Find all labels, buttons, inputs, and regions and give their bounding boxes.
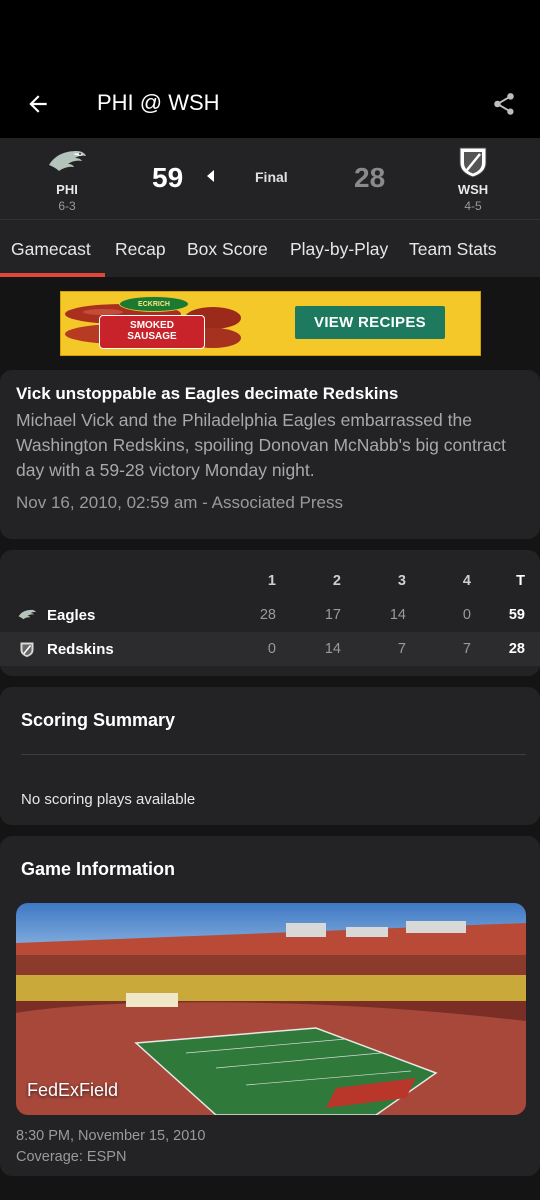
share-button[interactable] bbox=[484, 84, 524, 124]
back-arrow-icon bbox=[29, 95, 47, 113]
scoring-summary-title: Scoring Summary bbox=[21, 710, 176, 730]
linescore-header-total: T bbox=[516, 573, 525, 589]
redskins-logo-icon bbox=[453, 144, 493, 180]
view-recipes-button[interactable]: VIEW RECIPES bbox=[295, 306, 445, 339]
home-score: 59 bbox=[152, 162, 184, 193]
ad-product-line1: SMOKED bbox=[130, 320, 174, 331]
away-team-abbr: WSH bbox=[457, 182, 489, 197]
away-team[interactable]: WSH 4-5 bbox=[438, 144, 508, 213]
linescore-team-name: Redskins bbox=[47, 641, 114, 658]
linescore-header: 1 2 3 4 T bbox=[0, 564, 540, 598]
share-icon bbox=[494, 93, 514, 115]
news-meta: Nov 16, 2010, 02:59 am - Associated Pres… bbox=[16, 493, 343, 512]
eagles-logo-icon bbox=[47, 144, 87, 180]
linescore-row-redskins[interactable]: Redskins 0 14 7 7 28 bbox=[0, 632, 540, 666]
tab-gamecast[interactable]: Gamecast bbox=[11, 239, 91, 260]
linescore-header-q3: 3 bbox=[397, 573, 406, 589]
linescore-cell: 0 bbox=[462, 607, 471, 623]
linescore-total: 59 bbox=[508, 607, 525, 623]
linescore-cell: 7 bbox=[462, 641, 471, 657]
game-status: Final bbox=[255, 169, 288, 185]
home-team-abbr: PHI bbox=[56, 182, 78, 197]
tab-bar: Gamecast Recap Box Score Play-by-Play Te… bbox=[0, 220, 540, 277]
linescore-cell: 28 bbox=[259, 607, 276, 623]
ad-brand: ECKRICH bbox=[119, 296, 189, 312]
home-team-record: 6-3 bbox=[58, 199, 76, 213]
ad-product: SMOKED SAUSAGE bbox=[99, 315, 205, 349]
news-summary: Michael Vick and the Philadelphia Eagles… bbox=[16, 410, 507, 480]
venue-name: FedExField bbox=[27, 1080, 119, 1100]
away-score: 28 bbox=[354, 162, 386, 193]
tab-recap[interactable]: Recap bbox=[115, 239, 166, 260]
game-information-card: Game Information FedExField 8:30 PM, Nov… bbox=[0, 836, 540, 1176]
home-team[interactable]: PHI 6-3 bbox=[32, 144, 102, 213]
scoring-empty-message: No scoring plays available bbox=[21, 791, 196, 808]
game-coverage: Coverage: ESPN bbox=[16, 1149, 127, 1165]
linescore-header-q1: 1 bbox=[267, 573, 276, 589]
game-datetime: 8:30 PM, November 15, 2010 bbox=[16, 1128, 206, 1144]
linescore-cell: 14 bbox=[389, 607, 406, 623]
scoring-summary-card: Scoring Summary No scoring plays availab… bbox=[0, 687, 540, 825]
scoreboard: PHI 6-3 59 Final 28 WSH 4-5 bbox=[0, 138, 540, 220]
away-team-record: 4-5 bbox=[464, 199, 482, 213]
tab-team-stats[interactable]: Team Stats bbox=[409, 239, 497, 260]
linescore-total: 28 bbox=[508, 641, 525, 657]
linescore-cell: 17 bbox=[324, 607, 341, 623]
linescore-team-name: Eagles bbox=[47, 607, 96, 624]
linescore-row-eagles[interactable]: Eagles 28 17 14 0 59 bbox=[0, 598, 540, 632]
game-information-title: Game Information bbox=[21, 859, 176, 879]
eagles-small-icon bbox=[17, 606, 37, 624]
tab-box-score[interactable]: Box Score bbox=[187, 239, 268, 260]
linescore-cell: 7 bbox=[397, 641, 406, 657]
linescore-cell: 14 bbox=[324, 641, 341, 657]
news-headline: Vick unstoppable as Eagles decimate Reds… bbox=[16, 384, 399, 403]
divider bbox=[21, 754, 526, 755]
app-bar: PHI @ WSH bbox=[0, 70, 540, 138]
linescore-header-q4: 4 bbox=[462, 573, 471, 589]
redskins-small-icon bbox=[17, 640, 37, 658]
tab-play-by-play[interactable]: Play-by-Play bbox=[290, 239, 388, 260]
venue-photo[interactable]: FedExField bbox=[16, 903, 526, 1115]
page-title: PHI @ WSH bbox=[97, 90, 220, 115]
gamecast-content[interactable]: ECKRICH SMOKED SAUSAGE VIEW RECIPES Vick… bbox=[0, 277, 540, 1200]
linescore-card: 1 2 3 4 T Eagles 28 17 14 0 59 Redskins … bbox=[0, 550, 540, 676]
ad-banner[interactable]: ECKRICH SMOKED SAUSAGE VIEW RECIPES bbox=[60, 291, 481, 356]
linescore-cell: 0 bbox=[267, 641, 276, 657]
back-button[interactable] bbox=[18, 84, 58, 124]
news-card[interactable]: Vick unstoppable as Eagles decimate Reds… bbox=[0, 370, 540, 539]
winner-arrow-icon bbox=[207, 170, 214, 182]
ad-product-line2: SAUSAGE bbox=[127, 331, 177, 342]
linescore-header-q2: 2 bbox=[332, 573, 341, 589]
status-bar bbox=[0, 0, 540, 70]
